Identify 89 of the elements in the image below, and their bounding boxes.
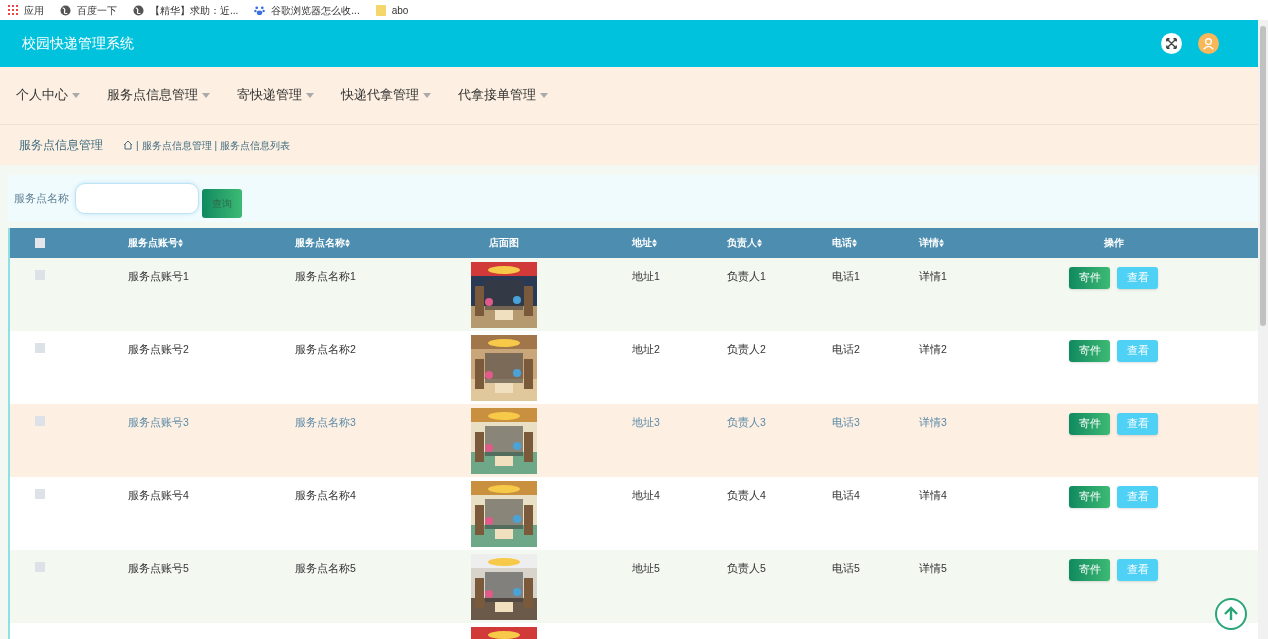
caret-icon [306, 93, 314, 98]
column-header[interactable]: 详情 [919, 235, 944, 251]
table-cell: 电话3 [832, 416, 860, 428]
column-header: 操作 [1104, 235, 1124, 250]
table-cell: 服务点名称4 [295, 489, 356, 501]
scrollbar[interactable] [1258, 20, 1268, 639]
app-title: 校园快递管理系统 [22, 34, 134, 53]
globe-icon [60, 4, 71, 16]
column-header[interactable]: 服务点名称 [295, 235, 350, 251]
table-cell: 电话5 [832, 562, 860, 574]
send-button[interactable]: 寄件 [1069, 413, 1110, 435]
table-cell: 负责人5 [727, 562, 766, 574]
column-header[interactable]: 服务点账号 [128, 235, 183, 251]
sort-icon[interactable] [345, 239, 350, 247]
nav-menu-item[interactable]: 快递代拿管理 [341, 86, 419, 105]
bookmark-link[interactable]: 应用 [24, 2, 44, 18]
table-cell: 服务点账号4 [128, 489, 189, 501]
breadcrumb-link[interactable]: 服务点信息管理 [141, 137, 212, 153]
table-cell: 地址3 [632, 416, 660, 428]
table-cell: 服务点名称5 [295, 562, 356, 574]
bookmark-link[interactable]: 【精华】求助：近... [150, 2, 239, 18]
table-cell: 服务点名称2 [295, 343, 356, 355]
column-header[interactable]: 负责人 [727, 235, 762, 251]
sort-icon[interactable] [178, 239, 183, 247]
table-cell: 负责人1 [727, 270, 766, 282]
home-icon[interactable] [123, 140, 133, 150]
apps-icon [8, 5, 18, 15]
table-cell: 服务点账号1 [128, 270, 189, 282]
column-header[interactable]: 地址 [632, 235, 657, 251]
table-cell: 地址5 [632, 562, 660, 574]
breadcrumb-separator: | [136, 138, 139, 153]
column-header[interactable]: 电话 [832, 235, 857, 251]
table-cell: 地址1 [632, 270, 660, 282]
row-checkbox[interactable] [35, 343, 45, 353]
bookmark-link[interactable]: 百度一下 [77, 2, 117, 18]
nav-menu-item[interactable]: 寄快递管理 [237, 86, 302, 105]
table-cell: 负责人4 [727, 489, 766, 501]
table-cell: 详情5 [919, 562, 947, 574]
table-cell: 详情1 [919, 270, 947, 282]
select-all-checkbox[interactable] [35, 238, 45, 248]
breadcrumb-link[interactable]: 服务点信息列表 [220, 137, 291, 153]
table-cell: 服务点账号2 [128, 343, 189, 355]
caret-icon [72, 93, 80, 98]
sort-icon[interactable] [852, 239, 857, 247]
paw-icon [254, 4, 266, 16]
table-cell: 详情2 [919, 343, 947, 355]
table-cell: 电话1 [832, 270, 860, 282]
send-button[interactable]: 寄件 [1069, 340, 1110, 362]
row-checkbox[interactable] [35, 416, 45, 426]
caret-icon [423, 93, 431, 98]
globe-icon [133, 4, 144, 16]
send-button[interactable]: 寄件 [1069, 267, 1110, 289]
table-cell: 地址2 [632, 343, 660, 355]
table-cell: 电话2 [832, 343, 860, 355]
nav-menu-item[interactable]: 个人中心 [16, 86, 68, 105]
caret-icon [540, 93, 548, 98]
back-to-top-icon[interactable] [1215, 598, 1247, 630]
sort-icon[interactable] [757, 239, 762, 247]
table-cell: 服务点名称1 [295, 270, 356, 282]
nav-menu-item[interactable]: 服务点信息管理 [107, 86, 198, 105]
row-checkbox[interactable] [35, 489, 45, 499]
table-row[interactable]: 服务点账号5 服务点名称5 地址5 负责人5 电话5 详情5 寄件 查看 [10, 550, 1258, 623]
fullscreen-icon[interactable] [1161, 33, 1182, 54]
table-cell: 服务点账号3 [128, 416, 189, 428]
breadcrumb-separator: | [214, 138, 218, 153]
search-label: 服务点名称 [14, 191, 69, 207]
send-button[interactable]: 寄件 [1069, 559, 1110, 581]
bookmark-link[interactable]: 谷歌浏览器怎么收... [271, 2, 360, 18]
table-row[interactable]: 服务点账号3 服务点名称3 地址3 负责人3 电话3 详情3 寄件 查看 [10, 404, 1258, 477]
caret-icon [202, 93, 210, 98]
table-cell: 电话4 [832, 489, 860, 501]
sort-icon[interactable] [652, 239, 657, 247]
search-field[interactable] [75, 183, 199, 214]
table-cell: 服务点名称3 [295, 416, 356, 428]
table-cell: 负责人3 [727, 416, 766, 428]
nav-menu-item[interactable]: 代拿接单管理 [458, 86, 536, 105]
table-cell: 地址4 [632, 489, 660, 501]
table-cell: 详情4 [919, 489, 947, 501]
table-cell: 服务点账号5 [128, 562, 189, 574]
folder-icon [375, 4, 386, 16]
page-title: 服务点信息管理 [19, 137, 103, 154]
column-header: 店面图 [489, 235, 519, 250]
bookmark-link[interactable]: abo [391, 2, 409, 18]
table-row[interactable]: 服务点账号1 服务点名称1 地址1 负责人1 电话1 详情1 寄件 查看 [10, 258, 1258, 331]
send-button[interactable]: 寄件 [1069, 486, 1110, 508]
table-cell: 负责人2 [727, 343, 766, 355]
sort-icon[interactable] [939, 239, 944, 247]
avatar-icon[interactable] [1198, 33, 1219, 54]
table-cell: 详情3 [919, 416, 947, 428]
